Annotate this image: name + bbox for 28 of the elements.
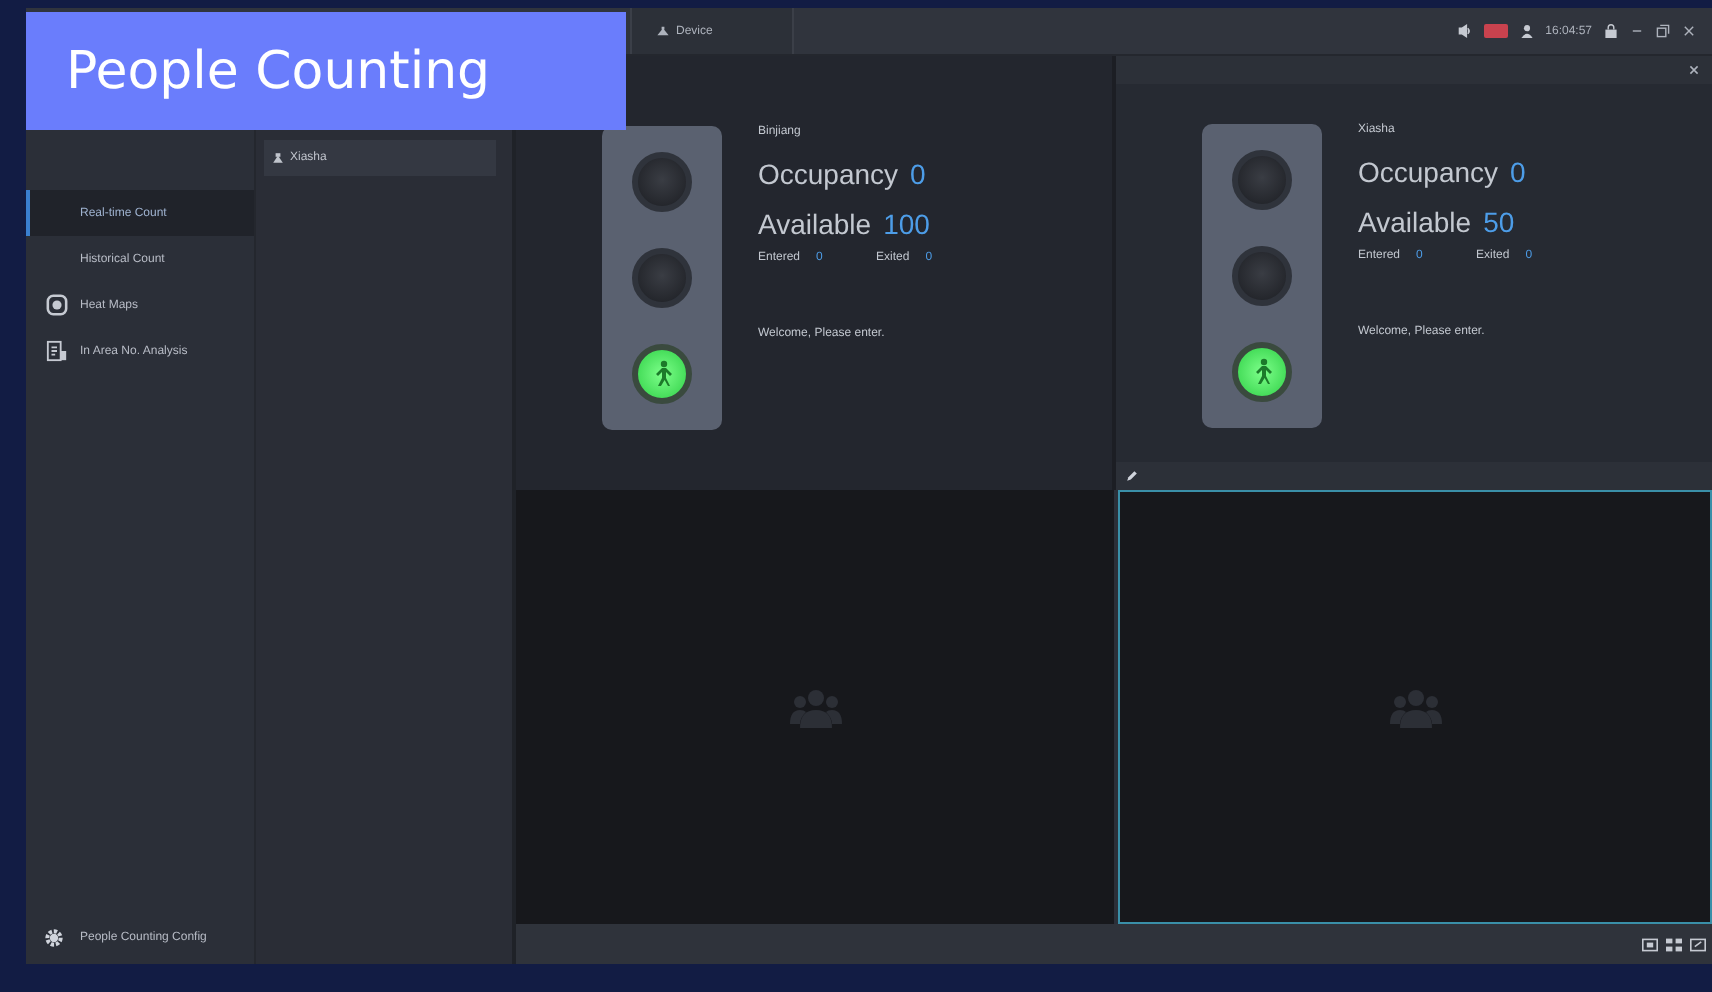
occupancy-value: 0 (910, 157, 926, 189)
device-icon (272, 152, 284, 164)
banner-title: People Counting (66, 41, 491, 101)
occupancy-label: Occupancy (758, 157, 899, 189)
fullscreen-icon[interactable] (1690, 937, 1706, 951)
available-value: 50 (1483, 205, 1515, 237)
minimize-icon[interactable] (1630, 24, 1644, 38)
device-icon (656, 24, 670, 38)
available-label: Available (758, 207, 872, 239)
single-view-icon[interactable] (1642, 937, 1658, 951)
people-icon (1389, 685, 1441, 729)
people-icon (789, 685, 841, 729)
restore-icon[interactable] (1656, 24, 1670, 38)
available-value: 100 (883, 207, 930, 239)
occupancy-label: Occupancy (1358, 155, 1499, 187)
user-icon[interactable] (1519, 24, 1534, 38)
speaker-icon[interactable] (1457, 24, 1472, 38)
pencil-icon[interactable] (1126, 470, 1138, 482)
lock-icon[interactable] (1604, 24, 1618, 38)
close-icon[interactable] (1688, 64, 1700, 76)
grid-view-icon[interactable] (1666, 937, 1682, 951)
occupancy-value: 0 (1510, 155, 1526, 187)
available-label: Available (1358, 205, 1472, 237)
gear-icon (44, 928, 64, 948)
alarm-badge[interactable] (1483, 24, 1508, 38)
heat-map-icon (46, 294, 68, 316)
report-icon (46, 340, 68, 362)
close-icon[interactable] (1682, 24, 1696, 38)
